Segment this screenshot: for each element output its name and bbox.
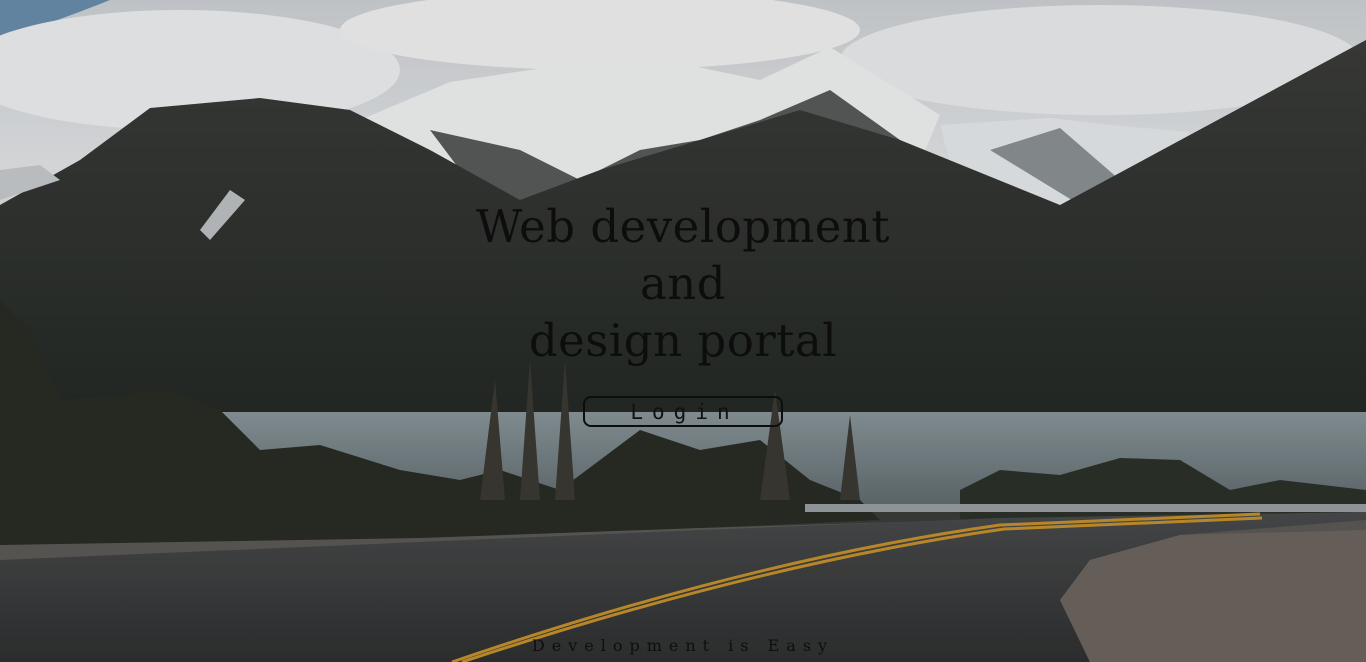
login-button[interactable]: Login	[583, 396, 783, 427]
page-title-line-1: Web development	[476, 200, 890, 253]
page-title: Web development and design portal	[383, 198, 983, 369]
tagline: Development is Easy	[531, 636, 835, 655]
page-title-line-2: and	[639, 257, 727, 310]
page-title-line-3: design portal	[528, 314, 838, 367]
hero-section: Web development and design portal Login …	[0, 0, 1366, 662]
